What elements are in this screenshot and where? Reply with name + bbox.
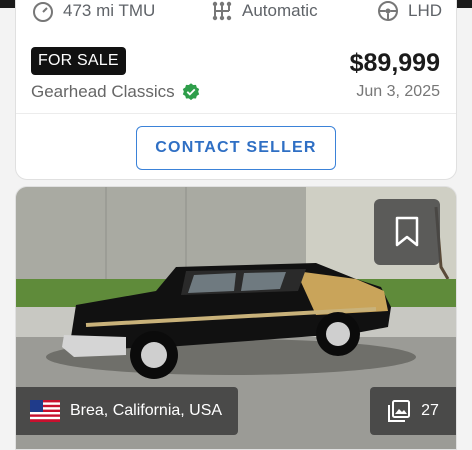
mileage-spec: 473 mi TMU	[31, 0, 155, 23]
mileage-text: 473 mi TMU	[63, 1, 156, 20]
listing-date: Jun 3, 2025	[356, 83, 440, 100]
steering-spec: LHD	[376, 0, 442, 23]
steering-text: LHD	[408, 1, 443, 20]
us-flag-icon	[30, 400, 60, 422]
divider	[16, 113, 456, 114]
photo-count-badge[interactable]: 27	[370, 387, 456, 435]
contact-seller-button[interactable]: CONTACT SELLER	[136, 126, 336, 170]
verified-check-icon	[182, 83, 199, 101]
price: $89,999	[349, 49, 440, 77]
bookmark-icon	[395, 216, 419, 247]
gear-shift-icon	[212, 1, 232, 21]
listing-card[interactable]: 473 mi TMU Automatic LHD FOR SALE $89,99…	[15, 0, 457, 180]
transmission-text: Automatic	[242, 1, 318, 20]
for-sale-badge: FOR SALE	[31, 47, 126, 75]
photo-gallery-icon	[388, 400, 411, 422]
location-badge: Brea, California, USA	[16, 387, 238, 435]
seller-name[interactable]: Gearhead Classics	[31, 82, 175, 102]
speedometer-icon	[33, 2, 53, 22]
bookmark-button[interactable]	[374, 199, 440, 265]
photo-count: 27	[421, 402, 439, 419]
seller-info[interactable]: Gearhead Classics	[31, 82, 201, 102]
location-text: Brea, California, USA	[70, 402, 223, 419]
transmission-spec: Automatic	[210, 0, 318, 23]
steering-wheel-icon	[378, 1, 398, 21]
next-listing-card[interactable]: Brea, California, USA 27	[15, 186, 457, 450]
